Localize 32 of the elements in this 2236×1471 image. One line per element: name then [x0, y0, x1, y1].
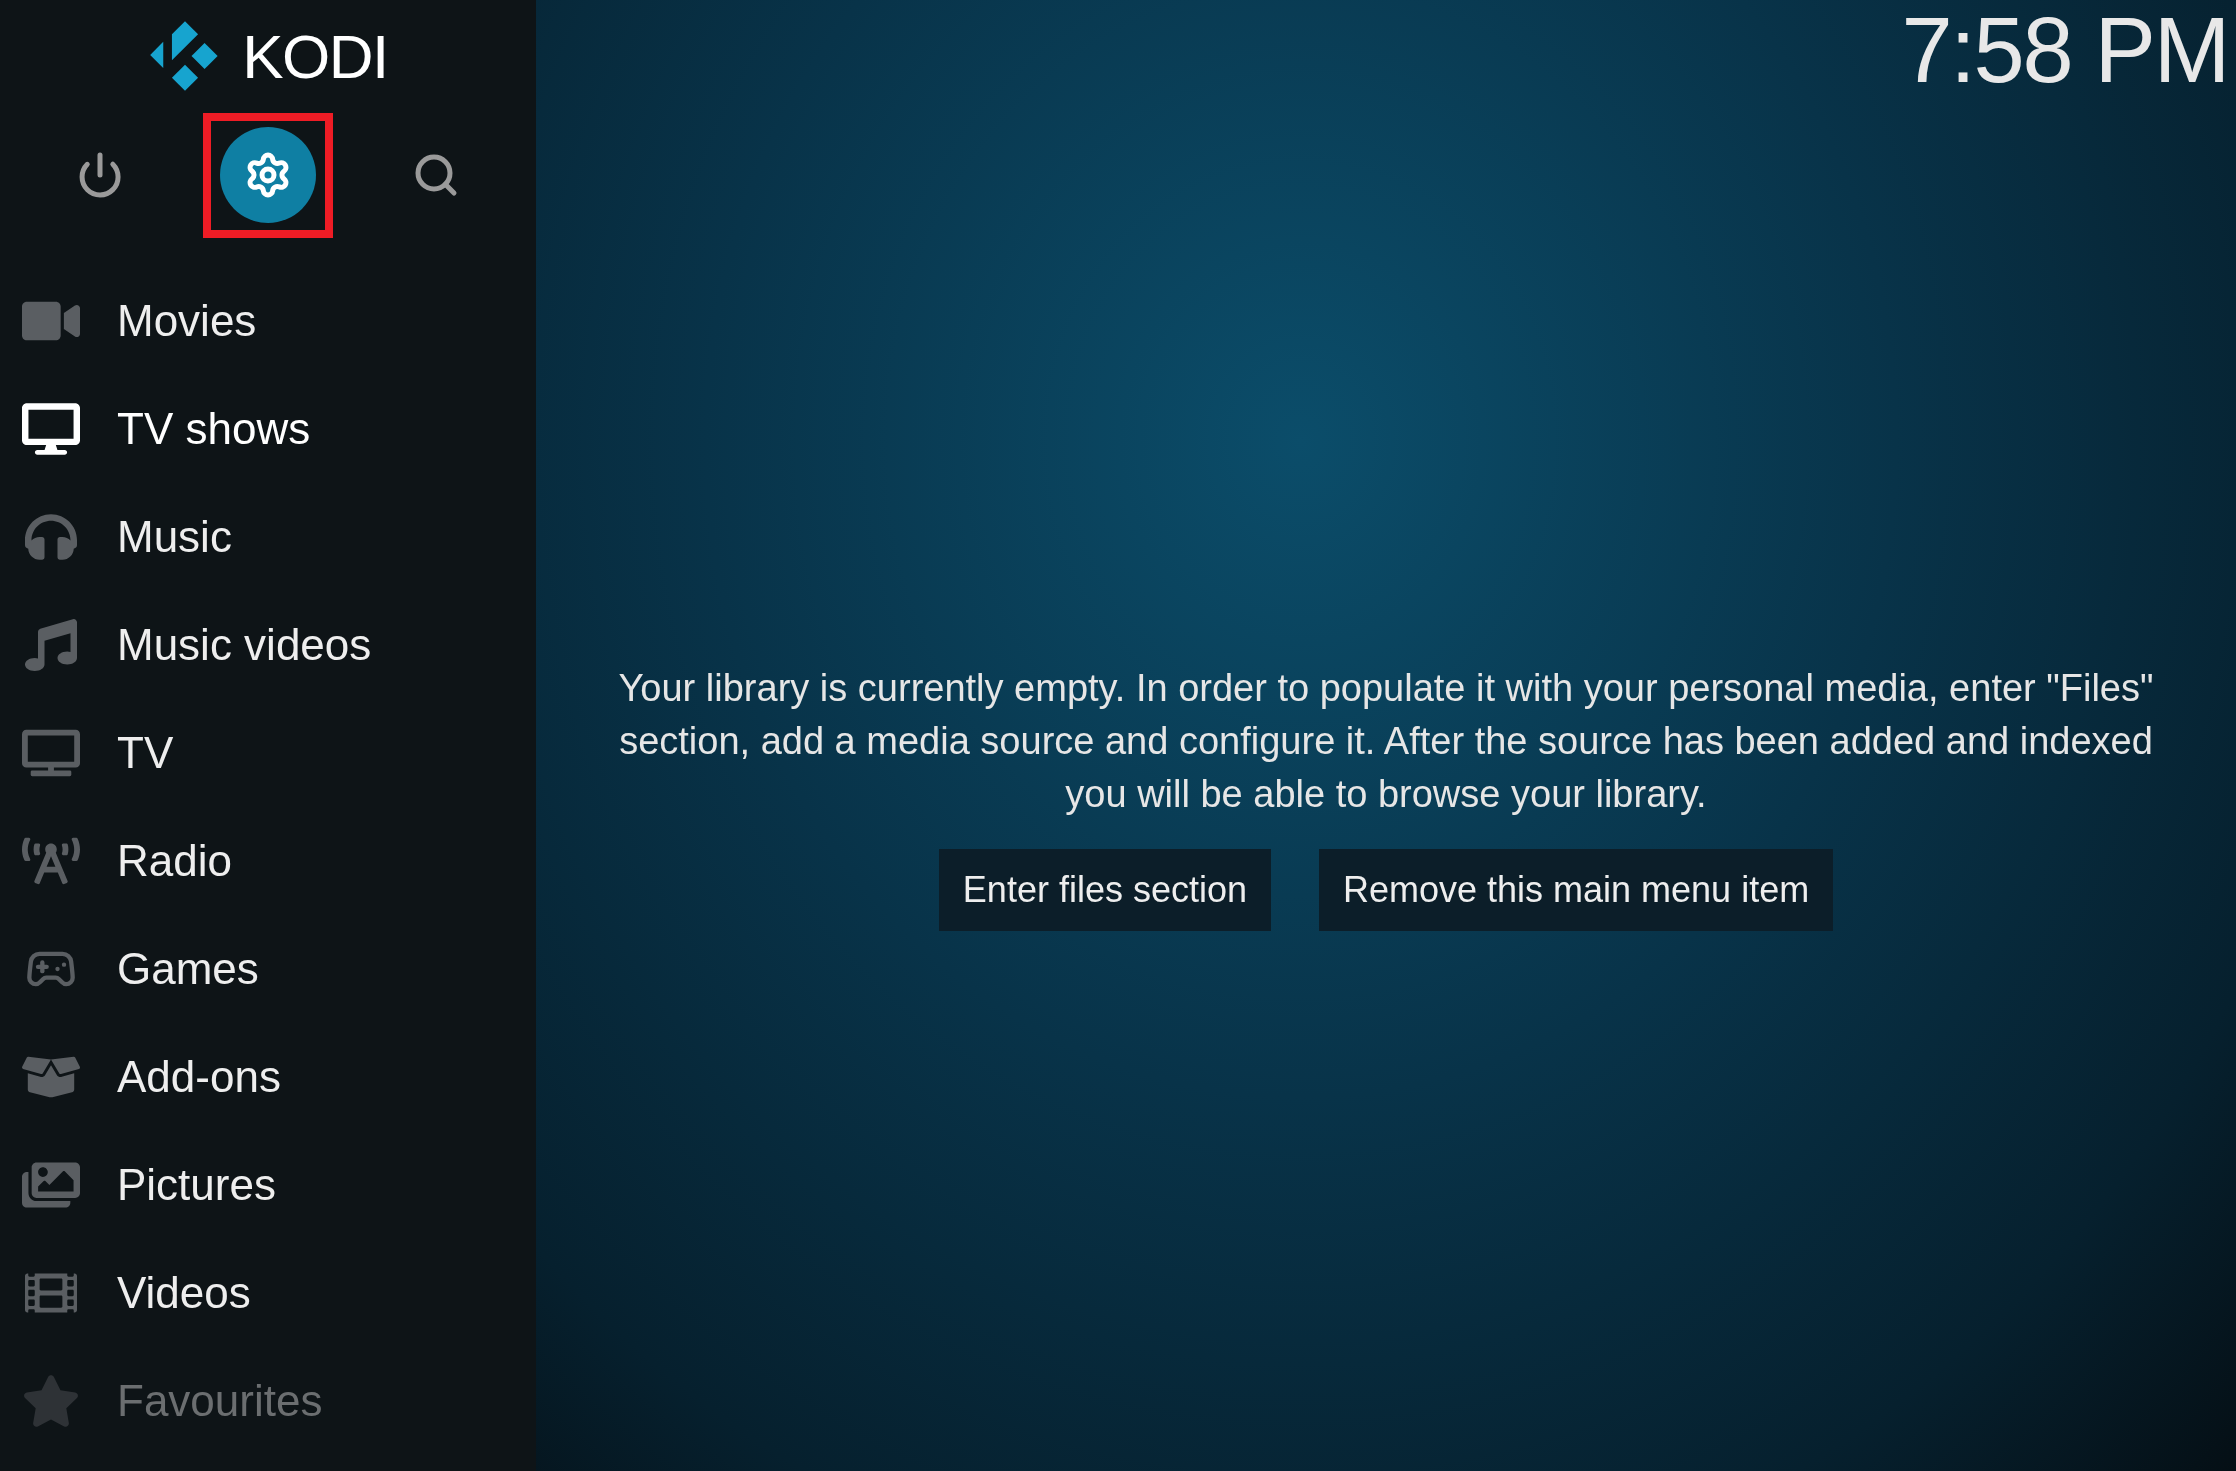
menu-label: Favourites: [117, 1375, 323, 1427]
monitor-icon: [21, 403, 80, 455]
star-icon: [21, 1375, 80, 1427]
library-empty-message: Your library is currently empty. In order to populate it with your personal media, enter "Files" section, add a media source and configure it. After the source has been added and indexed you will be able to browse your library.: [617, 666, 2155, 817]
menu-label: TV shows: [117, 403, 311, 455]
television-icon: [21, 727, 80, 779]
menu-item[interactable]: Music videos: [0, 591, 536, 699]
menu-item[interactable]: TV: [0, 699, 536, 807]
menu-label: Movies: [117, 295, 257, 347]
menu-item[interactable]: Pictures: [0, 1131, 536, 1239]
radio-icon: [21, 835, 80, 887]
logo-text: KODI: [242, 20, 388, 93]
menu-item[interactable]: Radio: [0, 807, 536, 915]
menu-label: Pictures: [117, 1159, 276, 1211]
menu-label: Radio: [117, 835, 232, 887]
menu-label: TV: [117, 727, 174, 779]
menu-label: Music videos: [117, 619, 372, 671]
menu-label: Games: [117, 943, 259, 995]
menu-item[interactable]: Music: [0, 483, 536, 591]
menu-item[interactable]: Videos: [0, 1239, 536, 1347]
menu-label: Add-ons: [117, 1051, 281, 1103]
menu-label: Videos: [117, 1267, 251, 1319]
menu-item[interactable]: TV shows: [0, 375, 536, 483]
menu-label: Music: [117, 511, 232, 563]
pictures-icon: [21, 1159, 80, 1211]
action-button[interactable]: Enter files section: [938, 849, 1271, 931]
menu-item[interactable]: Movies: [0, 267, 536, 375]
clock: 7:58 PM: [1901, 0, 2228, 96]
action-button[interactable]: Remove this main menu item: [1319, 849, 1834, 931]
menu-item[interactable]: Add-ons: [0, 1023, 536, 1131]
menu-item[interactable]: Favourites: [0, 1347, 536, 1455]
menu-item[interactable]: Games: [0, 915, 536, 1023]
